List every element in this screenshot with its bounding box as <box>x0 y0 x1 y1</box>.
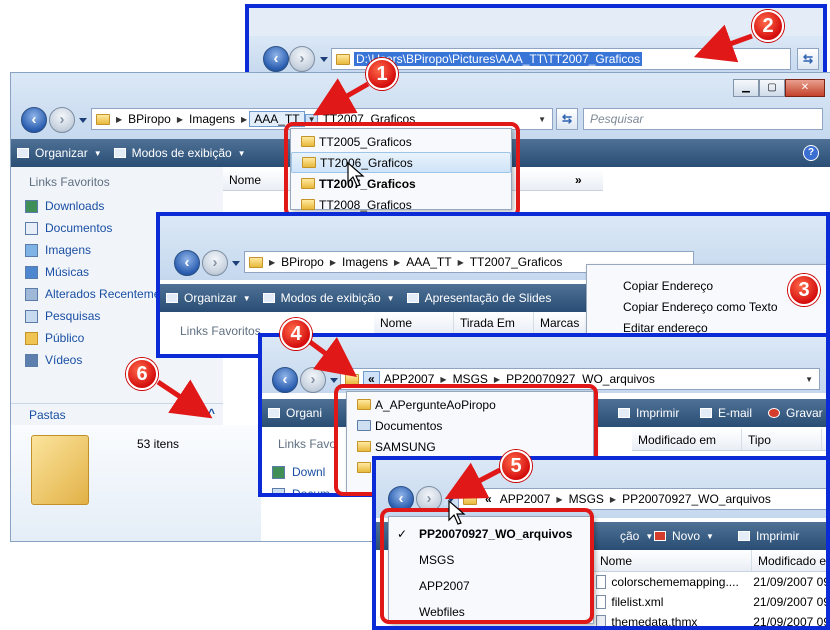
callout-arrow-2 <box>693 24 753 63</box>
callout-arrows <box>156 24 753 499</box>
callout-badge-3: 3 <box>788 274 820 306</box>
callout-badge-5: 5 <box>500 450 532 482</box>
callout-badge-2: 2 <box>752 10 784 42</box>
callout-badge-6: 6 <box>126 358 158 390</box>
callout-arrow-5 <box>444 462 502 499</box>
callout-arrow-4 <box>308 337 358 377</box>
callout-arrow-6 <box>156 379 213 419</box>
callout-arrow-1 <box>312 78 370 116</box>
callout-badge-4: 4 <box>280 318 312 350</box>
callout-badge-1: 1 <box>366 58 398 90</box>
